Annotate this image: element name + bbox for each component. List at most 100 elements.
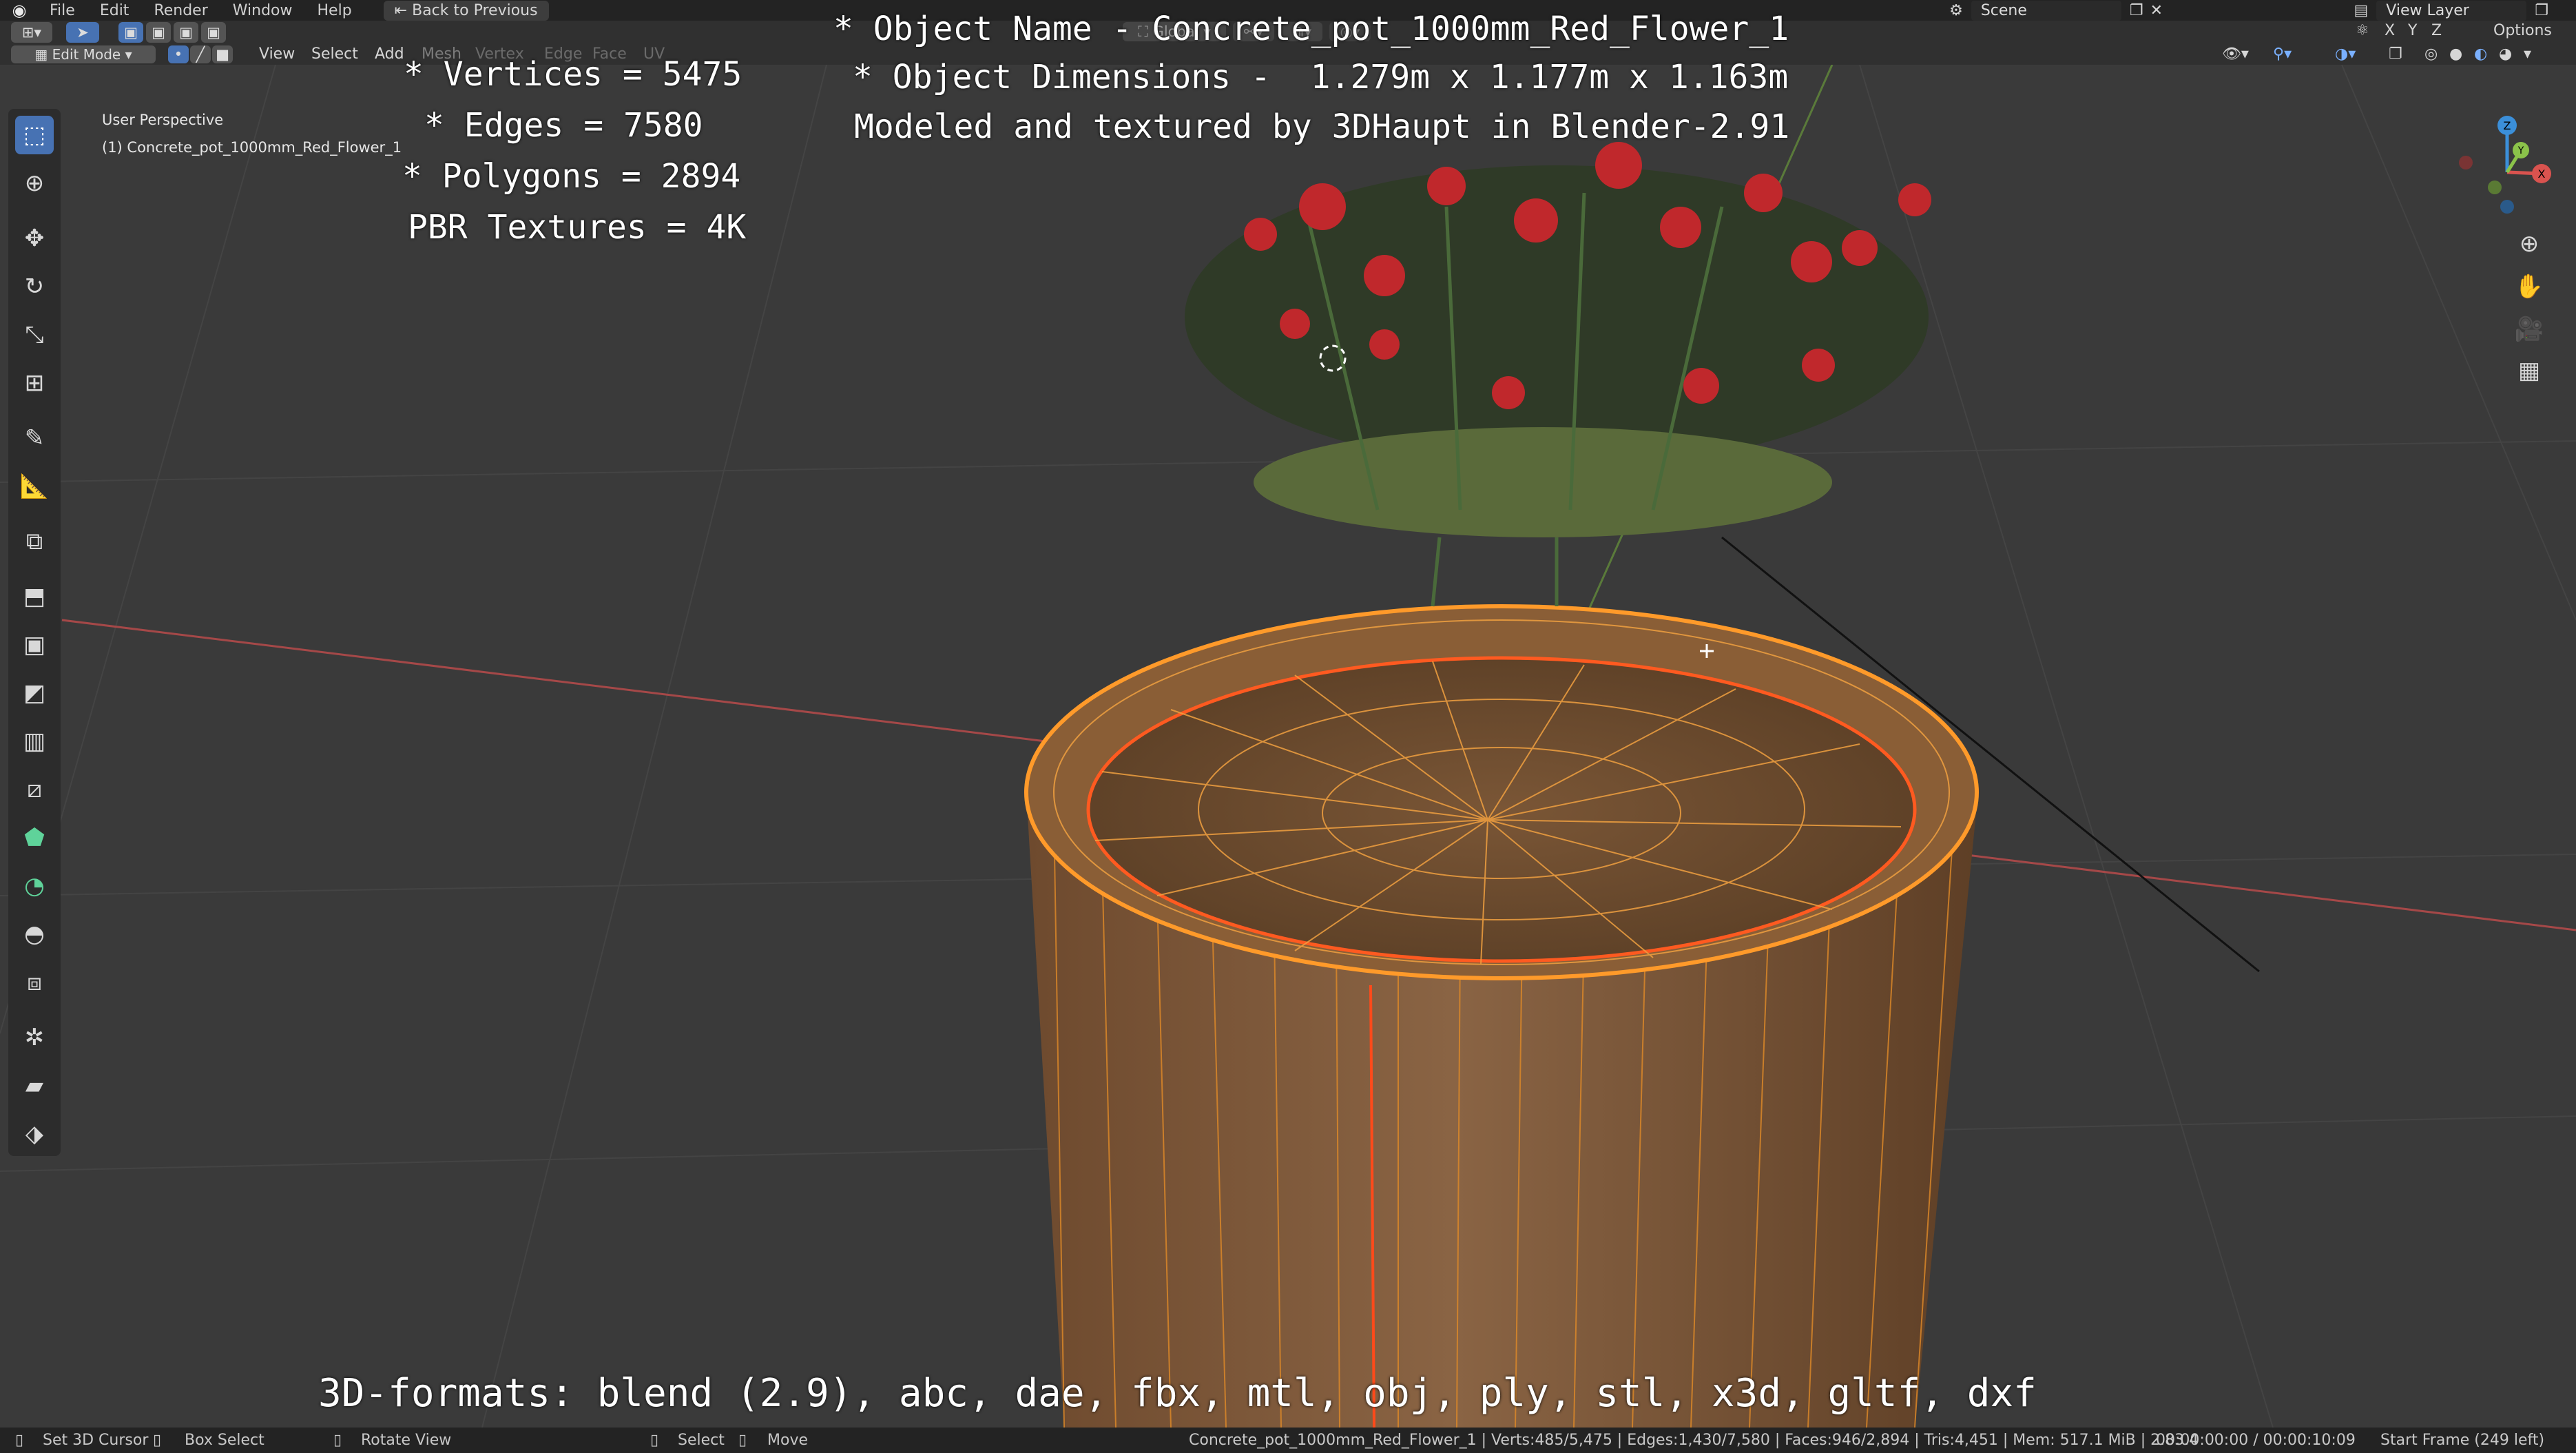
gizmo-y-label: Y	[2517, 145, 2524, 156]
status-start-frame: Start Frame (249 left)	[2380, 1432, 2545, 1449]
mouse-drag-icon: ▯	[153, 1432, 162, 1449]
status-timecode: 00:00:00:00 / 00:00:10:09	[2156, 1432, 2356, 1449]
overlay-edges: * Edges = 7580	[424, 106, 703, 145]
mouse-right-drag-icon: ▯	[738, 1432, 747, 1449]
blender-logo-icon[interactable]: ◉	[10, 1, 29, 20]
mouse-middle-icon: ▯	[333, 1432, 342, 1449]
knife-tool-icon[interactable]: ⧄	[15, 770, 54, 809]
camera-view-icon[interactable]: 🎥	[2510, 310, 2548, 349]
annotate-tool-icon[interactable]: ✎	[15, 419, 54, 457]
inset-tool-icon[interactable]: ▣	[15, 626, 54, 664]
back-to-previous-button[interactable]: ⇤ Back to Previous	[383, 0, 549, 21]
back-arrow-icon: ⇤	[394, 1, 413, 19]
vertex-select-button[interactable]: •	[168, 45, 189, 63]
active-object-label: (1) Concrete_pot_1000mm_Red_Flower_1	[102, 139, 402, 156]
rotate-tool-icon[interactable]: ↻	[15, 267, 54, 306]
rip-region-tool-icon[interactable]: ⬗	[15, 1115, 54, 1153]
overlay-formats: 3D-formats: blend (2.9), abc, dae, fbx, …	[318, 1371, 2037, 1416]
shading-rendered-icon[interactable]: ◕	[2499, 43, 2512, 66]
view-layer-icon: ▤	[2354, 1, 2369, 19]
zoom-icon[interactable]: ⊕	[2510, 225, 2548, 263]
edit-mode-icon: ▦	[34, 46, 52, 63]
viewport-scene[interactable]	[0, 65, 2576, 1428]
perspective-toggle-icon[interactable]: ▦	[2510, 351, 2548, 390]
scene-icon: ⚙	[1949, 1, 1963, 19]
mouse-left-icon: ▯	[15, 1432, 24, 1449]
options-dropdown[interactable]: Options	[2493, 19, 2552, 43]
new-scene-icon[interactable]: ❐	[2130, 2, 2143, 19]
new-view-layer-icon[interactable]: ❐	[2535, 2, 2548, 19]
status-move: Move	[767, 1432, 808, 1449]
overlay-credit: Modeled and textured by 3DHaupt in Blend…	[854, 107, 1790, 146]
shading-options-icon[interactable]: ▾	[2524, 43, 2531, 66]
menu-help[interactable]: Help	[305, 2, 364, 19]
close-scene-icon[interactable]: ✕	[2150, 2, 2163, 19]
transform-tool-icon[interactable]: ⊞	[15, 364, 54, 402]
menu-window[interactable]: Window	[220, 2, 305, 19]
cursor-tool-icon[interactable]: ⊕	[15, 164, 54, 203]
mode-dropdown[interactable]: ▦ Edit Mode ▾	[11, 45, 156, 63]
spin-tool-icon[interactable]: ◔	[15, 867, 54, 905]
shading-material-icon[interactable]: ◐	[2474, 43, 2487, 66]
shading-solid-icon[interactable]: ●	[2449, 43, 2462, 66]
shading-wireframe-icon[interactable]: ◎	[2424, 43, 2438, 66]
mirror-icon[interactable]: ⚛	[2356, 19, 2369, 43]
menu-edit[interactable]: Edit	[87, 2, 142, 19]
xray-toggle-icon[interactable]: ❐	[2389, 43, 2402, 66]
status-rotate-view: Rotate View	[361, 1432, 452, 1449]
overlay-pbr-textures: PBR Textures = 4K	[408, 208, 747, 247]
scale-tool-icon[interactable]: ⤡	[15, 316, 54, 354]
menu-render[interactable]: Render	[141, 2, 220, 19]
poly-build-tool-icon[interactable]: ⬟	[15, 818, 54, 857]
edge-select-button[interactable]: ╱	[190, 45, 211, 63]
gizmo-z-label: Z	[2504, 119, 2511, 132]
select-box-tool-icon[interactable]: ⬚	[15, 116, 54, 154]
bevel-tool-icon[interactable]: ◩	[15, 674, 54, 712]
scene-selector[interactable]: ⚙ Scene ❐ ✕	[1949, 0, 2163, 21]
overlay-polygons: * Polygons = 2894	[402, 157, 741, 196]
shear-tool-icon[interactable]: ▰	[15, 1066, 54, 1105]
editor-type-button[interactable]: ⊞▾	[11, 22, 52, 43]
navigation-gizmo[interactable]: Z X Y	[2452, 110, 2555, 220]
gizmo-toggle-icon[interactable]: ⚲▾	[2273, 43, 2292, 66]
status-bar: ▯ Set 3D Cursor ▯ Box Select ▯ Rotate Vi…	[0, 1428, 2576, 1453]
cursor-arrow-icon: ➤	[76, 24, 89, 41]
chevron-down-icon: ▾	[121, 46, 132, 63]
mirror-axis-z[interactable]: Z	[2431, 19, 2442, 43]
status-box-select: Box Select	[185, 1432, 264, 1449]
view-layer-name-field[interactable]: View Layer	[2376, 0, 2527, 21]
menu-file[interactable]: File	[37, 2, 87, 19]
select-mode-intersect-button[interactable]: ▣	[201, 22, 226, 43]
measure-tool-icon[interactable]: 📐	[15, 467, 54, 506]
loop-cut-tool-icon[interactable]: ▥	[15, 722, 54, 761]
select-mode-subtract-button[interactable]: ▣	[174, 22, 198, 43]
overlay-vertices: * Vertices = 5475	[404, 55, 742, 94]
select-tool-button[interactable]: ➤	[66, 22, 99, 43]
overlay-object-dimensions: * Object Dimensions - 1.279m x 1.177m x …	[853, 58, 1789, 96]
mirror-axis-x[interactable]: X	[2385, 19, 2395, 43]
select-mode-new-button[interactable]: ▣	[118, 22, 143, 43]
perspective-label: User Perspective	[102, 112, 224, 128]
extrude-tool-icon[interactable]: ⬒	[15, 577, 54, 616]
view-layer-selector[interactable]: ▤ View Layer ❐	[2354, 0, 2548, 21]
select-mode-extend-button[interactable]: ▣	[146, 22, 171, 43]
mouse-right-icon: ▯	[650, 1432, 659, 1449]
edge-slide-tool-icon[interactable]: ⧈	[15, 963, 54, 1002]
add-cube-tool-icon[interactable]: ⧉	[15, 522, 54, 561]
gizmo-x-label: X	[2538, 167, 2546, 181]
face-select-button[interactable]: ■	[212, 45, 233, 63]
scene-name-field[interactable]: Scene	[1971, 0, 2121, 21]
move-tool-icon[interactable]: ✥	[15, 219, 54, 258]
mirror-axis-y[interactable]: Y	[2408, 19, 2417, 43]
overlay-toggle-icon[interactable]: ◑▾	[2335, 43, 2356, 66]
visibility-icon[interactable]: 👁▾	[2222, 43, 2249, 66]
menu-select[interactable]: Select	[311, 43, 358, 66]
status-select: Select	[678, 1432, 725, 1449]
flower-bush	[1185, 142, 1931, 607]
menu-add[interactable]: Add	[375, 43, 404, 66]
pan-hand-icon[interactable]: ✋	[2510, 267, 2548, 306]
overlay-object-name: * Object Name - Concrete_pot_1000mm_Red_…	[833, 10, 1789, 48]
menu-view[interactable]: View	[259, 43, 295, 66]
shrink-fatten-tool-icon[interactable]: ✲	[15, 1018, 54, 1057]
smooth-tool-icon[interactable]: ◓	[15, 915, 54, 954]
